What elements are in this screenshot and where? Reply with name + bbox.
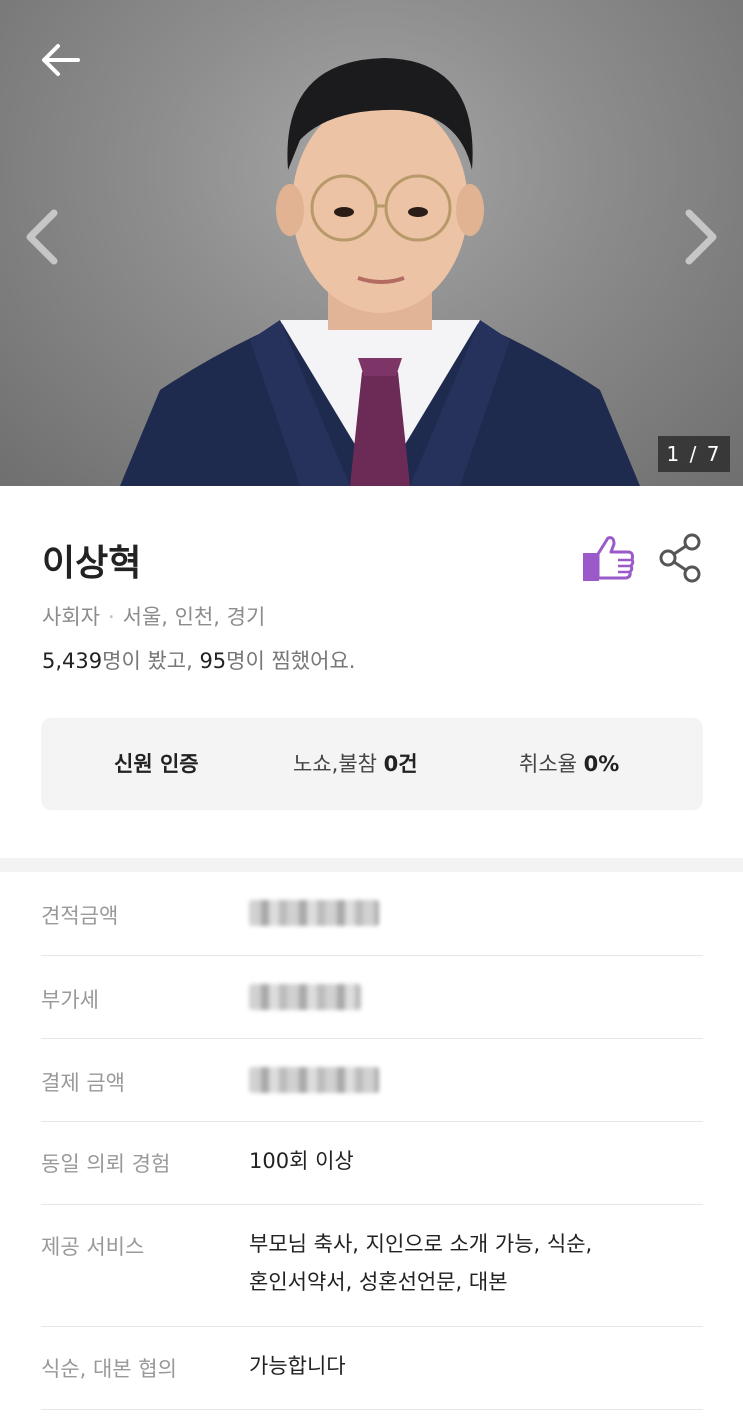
chevron-right-icon[interactable] [679, 205, 723, 269]
detail-value-line2: 혼인서약서, 성혼선언문, 대본 [249, 1270, 508, 1294]
profile-photo-carousel[interactable]: 1 / 7 [0, 0, 743, 486]
noshow-value: 0건 [383, 752, 418, 776]
blurred-value [249, 1067, 379, 1093]
detail-label: 견적금액 [41, 904, 119, 928]
detail-label: 동일 의뢰 경험 [41, 1152, 171, 1176]
blurred-value [249, 984, 361, 1010]
cancel-label: 취소율 [519, 752, 577, 776]
detail-row-services: 제공 서비스 부모님 축사, 지인으로 소개 가능, 식순, 혼인서약서, 성혼… [41, 1205, 703, 1327]
detail-label: 부가세 [41, 988, 99, 1012]
detail-row-experience: 동일 의뢰 경험 100회 이상 [41, 1122, 703, 1205]
back-arrow-icon[interactable] [38, 40, 84, 80]
view-suffix: 명이 봤고, [102, 649, 200, 673]
detail-row-vat: 부가세 [41, 956, 703, 1039]
detail-label: 제공 서비스 [41, 1235, 145, 1259]
section-divider [0, 858, 743, 872]
cancel-rate-badge: 취소율 0% [519, 748, 619, 778]
detail-label: 결제 금액 [41, 1071, 125, 1095]
favorite-count: 95 [199, 649, 227, 673]
role-and-region: 사회자 · 서울, 인천, 경기 [42, 601, 265, 631]
detail-value: 가능합니다 [249, 1354, 346, 1378]
detail-row-consult: 식순, 대본 협의 가능합니다 [41, 1327, 703, 1410]
blurred-value [249, 900, 379, 926]
chevron-left-icon[interactable] [20, 205, 64, 269]
provider-name: 이상혁 [42, 543, 142, 584]
separator-dot: · [107, 605, 115, 629]
region-text: 서울, 인천, 경기 [122, 605, 266, 629]
role-text: 사회자 [42, 605, 100, 629]
photo-counter: 1 / 7 [658, 436, 730, 472]
view-count: 5,439 [42, 649, 103, 673]
detail-label: 식순, 대본 협의 [41, 1357, 177, 1381]
noshow-badge: 노쇼,불참 0건 [293, 748, 418, 778]
share-icon[interactable] [656, 530, 706, 586]
detail-value-line1: 부모님 축사, 지인으로 소개 가능, 식순, [249, 1232, 593, 1256]
favorite-suffix: 명이 찜했어요. [226, 649, 356, 673]
identity-verified-badge: 신원 인증 [114, 752, 199, 776]
view-stats: 5,439명이 봤고, 95명이 찜했어요. [42, 645, 355, 675]
noshow-label: 노쇼,불참 [293, 752, 377, 776]
detail-row-payment: 결제 금액 [41, 1039, 703, 1122]
detail-row-quote: 견적금액 [41, 872, 703, 956]
cancel-value: 0% [583, 752, 620, 776]
thumbs-up-icon[interactable] [580, 530, 636, 586]
detail-value: 100회 이상 [249, 1149, 354, 1173]
profile-photo [120, 58, 640, 486]
trust-badges: 신원 인증 노쇼,불참 0건 취소율 0% [41, 718, 703, 810]
